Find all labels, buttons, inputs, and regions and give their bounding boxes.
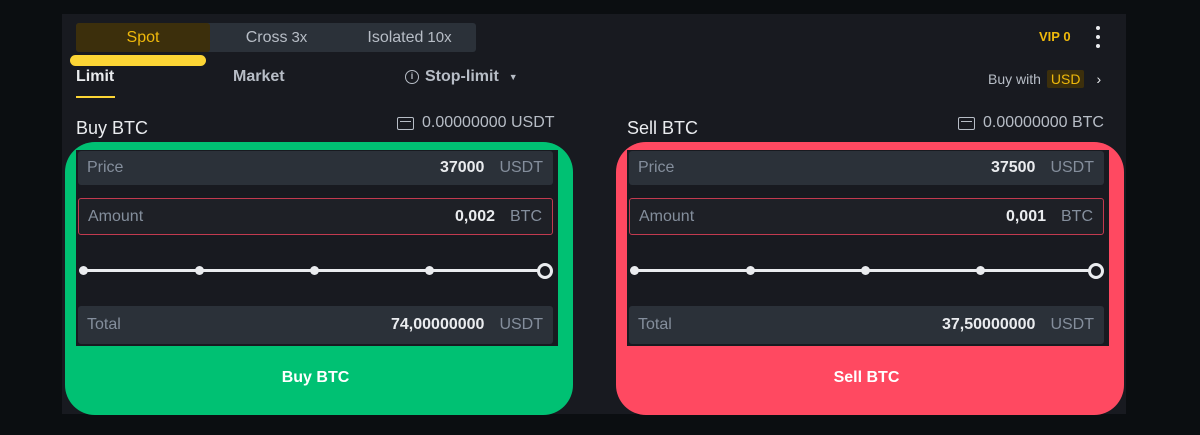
wallet-icon [958, 116, 975, 130]
slider-step-50[interactable] [310, 266, 319, 275]
vip-level-badge[interactable]: VIP 0 [1039, 29, 1071, 44]
tab-cross-label: Cross [245, 28, 288, 46]
buy-with-label: Buy with [988, 71, 1041, 87]
buy-total-unit: USDT [499, 316, 543, 333]
tab-stop-limit[interactable]: i Stop-limit ▼ [405, 68, 518, 86]
tab-spot[interactable]: Spot [76, 23, 210, 52]
sell-total-field[interactable]: Total 37,50000000 USDT [629, 306, 1104, 344]
sell-price-field[interactable]: Price 37500 USDT [629, 151, 1104, 185]
sell-amount-unit: BTC [1061, 207, 1093, 225]
buy-with-currency[interactable]: USD [1046, 70, 1085, 88]
buy-balance-value: 0.00000000 USDT [422, 114, 555, 131]
buy-amount-label: Amount [88, 207, 144, 225]
buy-total-label: Total [87, 316, 121, 333]
tab-limit[interactable]: Limit [76, 68, 114, 86]
buy-price-unit: USDT [499, 159, 543, 176]
slider-step-75[interactable] [425, 266, 434, 275]
buy-price-field[interactable]: Price 37000 USDT [78, 151, 553, 185]
buy-with-selector[interactable]: Buy with USD › [988, 70, 1101, 88]
buy-amount-field[interactable]: Amount 0,002 BTC [78, 198, 553, 235]
buy-total-value: 74,00000000 [391, 316, 485, 333]
slider-step-0[interactable] [79, 266, 88, 275]
kebab-menu-icon[interactable] [1095, 26, 1101, 48]
buy-price-label: Price [87, 159, 124, 176]
tab-isolated-leverage: 10x [427, 29, 452, 46]
limit-tab-underline [76, 96, 115, 98]
sell-total-value: 37,50000000 [942, 316, 1036, 333]
slider-handle[interactable] [1088, 263, 1104, 279]
chevron-right-icon[interactable]: › [1096, 71, 1101, 87]
tab-isolated[interactable]: Isolated 10x [343, 23, 476, 52]
sell-price-label: Price [638, 159, 675, 176]
sell-price-unit: USDT [1050, 159, 1094, 176]
sell-button[interactable]: Sell BTC [629, 352, 1104, 404]
slider-step-50[interactable] [861, 266, 870, 275]
caret-down-icon: ▼ [508, 72, 518, 82]
buy-title: Buy BTC [76, 118, 149, 138]
slider-step-75[interactable] [976, 266, 985, 275]
buy-total-field[interactable]: Total 74,00000000 USDT [78, 306, 553, 344]
tab-cross[interactable]: Cross 3x [210, 23, 343, 52]
sell-amount-slider[interactable] [629, 261, 1107, 281]
sell-total-unit: USDT [1050, 316, 1094, 333]
sell-price-value: 37500 [990, 159, 1036, 176]
slider-step-0[interactable] [630, 266, 639, 275]
buy-amount-value: 0,002 [454, 207, 495, 225]
sell-total-label: Total [638, 316, 672, 333]
buy-button[interactable]: Buy BTC [78, 352, 553, 404]
buy-price-value: 37000 [439, 159, 485, 176]
info-icon[interactable]: i [405, 70, 419, 84]
tab-stop-limit-label: Stop-limit [425, 68, 499, 85]
slider-handle[interactable] [537, 263, 553, 279]
buy-balance: 0.00000000 USDT [397, 114, 555, 132]
buy-amount-unit: BTC [510, 207, 542, 225]
tab-cross-leverage: 3x [291, 29, 308, 46]
sell-title: Sell BTC [627, 118, 699, 138]
slider-step-25[interactable] [746, 266, 755, 275]
sell-balance: 0.00000000 BTC [958, 114, 1104, 132]
tab-isolated-label: Isolated [367, 28, 424, 46]
sell-amount-label: Amount [639, 207, 695, 225]
sell-balance-value: 0.00000000 BTC [983, 114, 1104, 131]
slider-step-25[interactable] [195, 266, 204, 275]
spot-tab-highlight [70, 55, 206, 66]
buy-amount-slider[interactable] [78, 261, 556, 281]
wallet-icon [397, 116, 414, 130]
mode-tabs: Spot Cross 3x Isolated 10x [76, 23, 476, 52]
tab-market[interactable]: Market [233, 68, 285, 86]
sell-amount-field[interactable]: Amount 0,001 BTC [629, 198, 1104, 235]
tab-spot-label: Spot [126, 28, 160, 46]
sell-amount-value: 0,001 [1005, 207, 1046, 225]
